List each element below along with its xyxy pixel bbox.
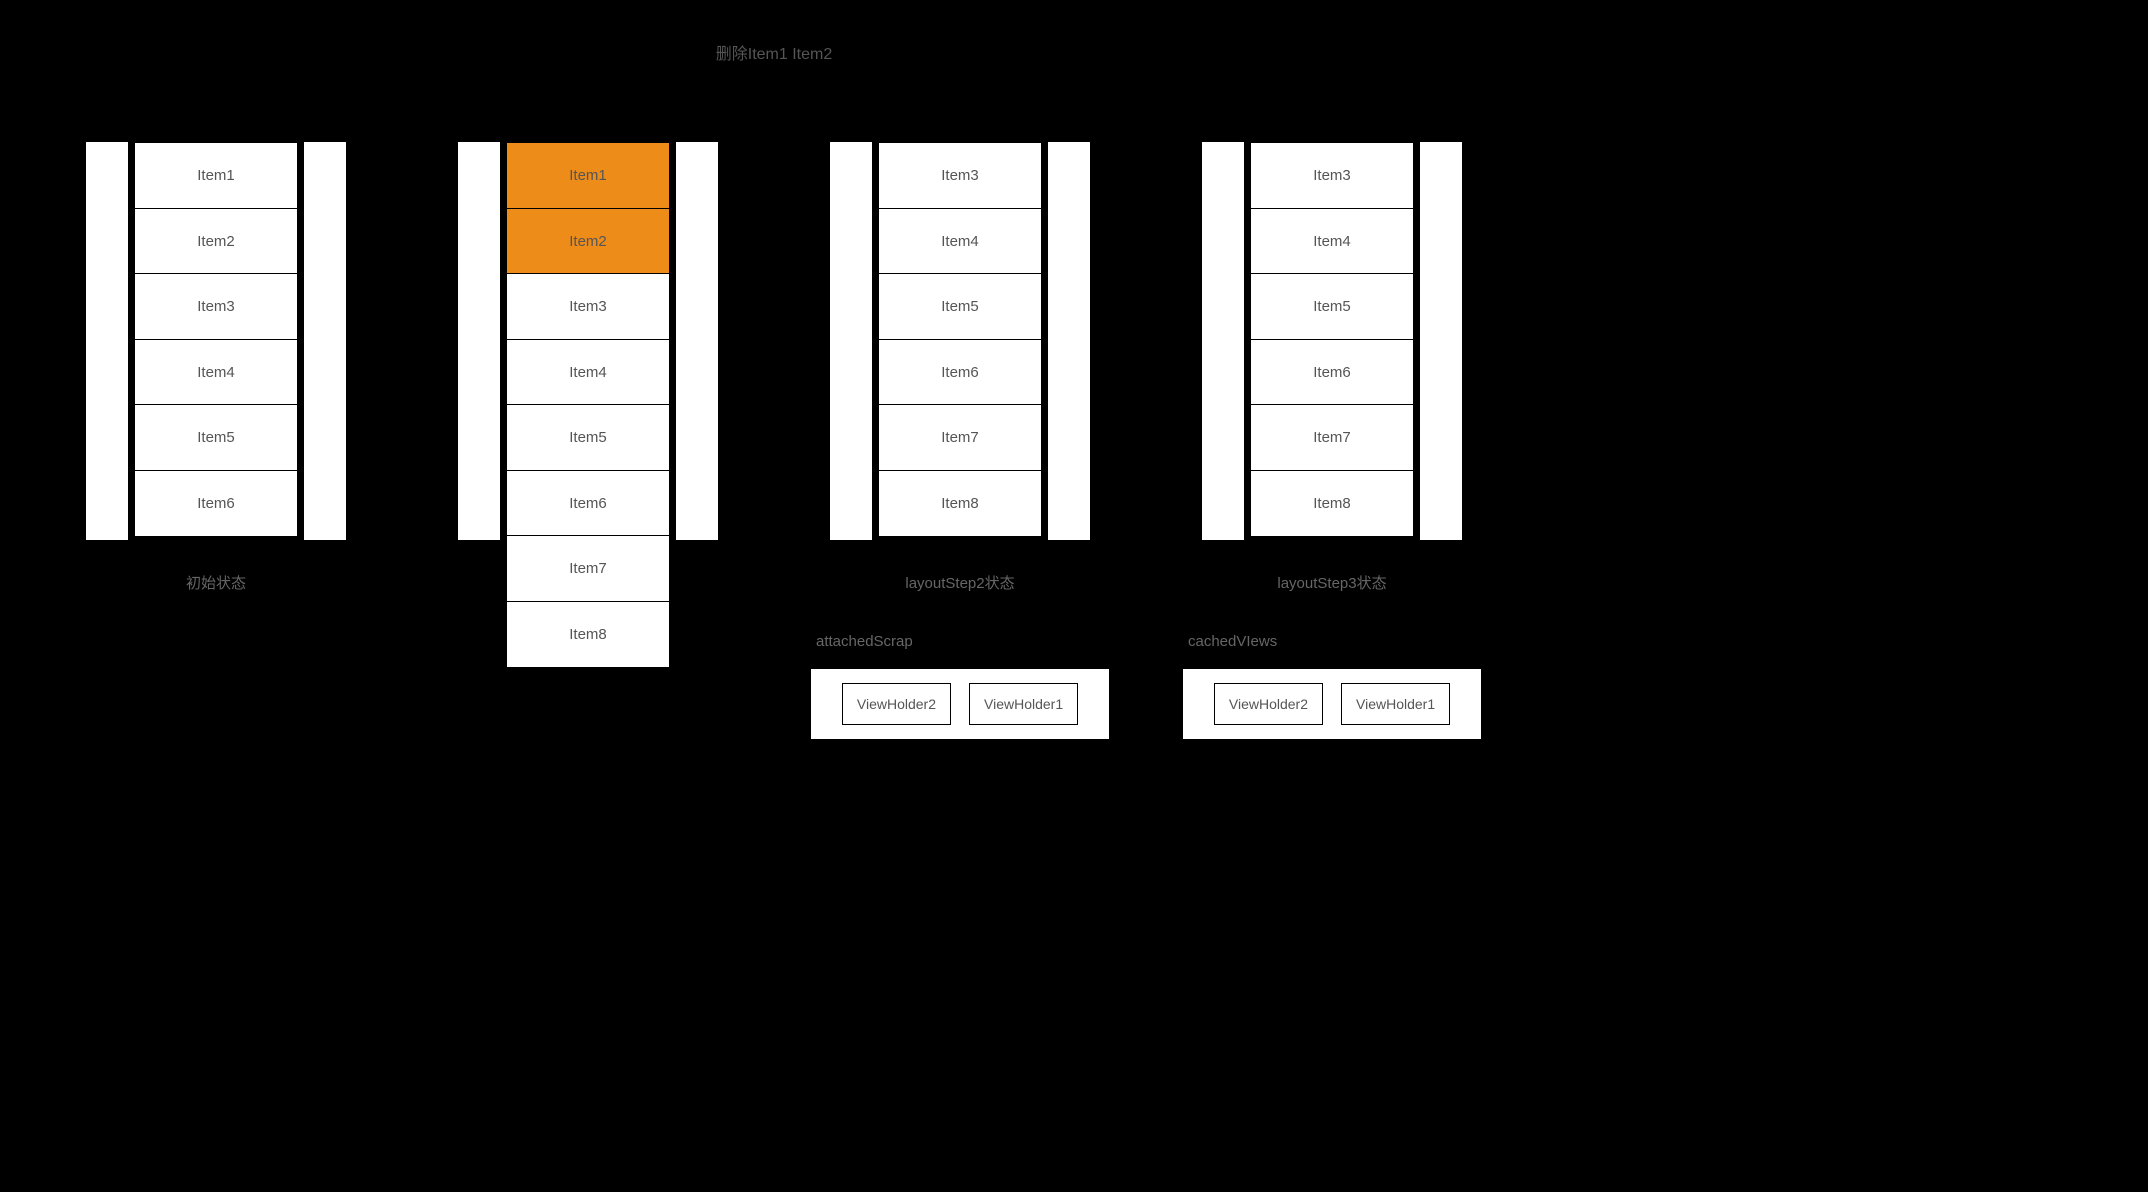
column-caption: 初始状态 bbox=[186, 572, 246, 593]
column-caption: layoutStep3状态 bbox=[1277, 572, 1386, 593]
list-item: Item3 bbox=[506, 273, 670, 340]
cache-bucket: cachedVIews ViewHolder2 ViewHolder1 bbox=[1182, 633, 1482, 740]
list-item: Item5 bbox=[506, 404, 670, 471]
list-item: Item5 bbox=[878, 273, 1042, 340]
list-viewport: Item1Item2Item3Item4Item5Item6Item7Item8 bbox=[458, 142, 718, 540]
list-item: Item3 bbox=[878, 142, 1042, 209]
viewport-rail-left bbox=[458, 142, 500, 540]
list-item: Item6 bbox=[134, 470, 298, 537]
viewholder-chip: ViewHolder2 bbox=[842, 683, 951, 725]
cache-bucket-box: ViewHolder2 ViewHolder1 bbox=[1182, 668, 1482, 740]
item-list: Item1Item2Item3Item4Item5Item6 bbox=[134, 142, 298, 537]
list-item: Item2 bbox=[134, 208, 298, 275]
list-viewport: Item3Item4Item5Item6Item7Item8 bbox=[1202, 142, 1462, 540]
diagram-canvas: 删除Item1 Item2 Item1Item2Item3Item4Item5I… bbox=[0, 0, 1548, 860]
list-viewport: Item3Item4Item5Item6Item7Item8 bbox=[830, 142, 1090, 540]
state-column: Item3Item4Item5Item6Item7Item8 layoutStep… bbox=[1197, 142, 1467, 740]
list-item: Item4 bbox=[506, 339, 670, 406]
item-list: Item1Item2Item3Item4Item5Item6Item7Item8 bbox=[506, 142, 670, 668]
viewport-rail-right bbox=[1420, 142, 1462, 540]
list-item: Item8 bbox=[878, 470, 1042, 537]
viewport-rail-right bbox=[676, 142, 718, 540]
list-item: Item7 bbox=[1250, 404, 1414, 471]
list-item: Item1 bbox=[506, 142, 670, 209]
cache-bucket-box: ViewHolder2 ViewHolder1 bbox=[810, 668, 1110, 740]
list-item: Item5 bbox=[1250, 273, 1414, 340]
viewport-rail-right bbox=[304, 142, 346, 540]
item-list: Item3Item4Item5Item6Item7Item8 bbox=[878, 142, 1042, 537]
viewholder-chip: ViewHolder1 bbox=[969, 683, 1078, 725]
list-item: Item1 bbox=[134, 142, 298, 209]
list-item: Item6 bbox=[506, 470, 670, 537]
viewholder-chip: ViewHolder1 bbox=[1341, 683, 1450, 725]
list-item: Item8 bbox=[506, 601, 670, 668]
list-item: Item3 bbox=[134, 273, 298, 340]
column-caption: layoutStep2状态 bbox=[905, 572, 1014, 593]
list-item: Item8 bbox=[1250, 470, 1414, 537]
viewport-rail-left bbox=[830, 142, 872, 540]
state-column: Item1Item2Item3Item4Item5Item6 初始状态 bbox=[81, 142, 351, 593]
list-item: Item6 bbox=[878, 339, 1042, 406]
viewport-rail-left bbox=[1202, 142, 1244, 540]
cache-bucket-label: cachedVIews bbox=[1182, 633, 1482, 650]
viewport-rail-left bbox=[86, 142, 128, 540]
state-column: Item1Item2Item3Item4Item5Item6Item7Item8… bbox=[453, 142, 723, 581]
list-item: Item4 bbox=[134, 339, 298, 406]
list-item: Item7 bbox=[878, 404, 1042, 471]
list-item: Item7 bbox=[506, 535, 670, 602]
list-item: Item6 bbox=[1250, 339, 1414, 406]
list-item: Item4 bbox=[1250, 208, 1414, 275]
list-item: Item2 bbox=[506, 208, 670, 275]
list-viewport: Item1Item2Item3Item4Item5Item6 bbox=[86, 142, 346, 540]
list-item: Item4 bbox=[878, 208, 1042, 275]
list-item: Item3 bbox=[1250, 142, 1414, 209]
diagram-title: 删除Item1 Item2 bbox=[0, 40, 1548, 64]
list-item: Item5 bbox=[134, 404, 298, 471]
columns-row: Item1Item2Item3Item4Item5Item6初始状态Item1I… bbox=[0, 40, 1548, 740]
state-column: Item3Item4Item5Item6Item7Item8 layoutStep… bbox=[825, 142, 1095, 740]
viewport-rail-right bbox=[1048, 142, 1090, 540]
viewholder-chip: ViewHolder2 bbox=[1214, 683, 1323, 725]
cache-bucket: attachedScrap ViewHolder2 ViewHolder1 bbox=[810, 633, 1110, 740]
item-list: Item3Item4Item5Item6Item7Item8 bbox=[1250, 142, 1414, 537]
cache-bucket-label: attachedScrap bbox=[810, 633, 1110, 650]
